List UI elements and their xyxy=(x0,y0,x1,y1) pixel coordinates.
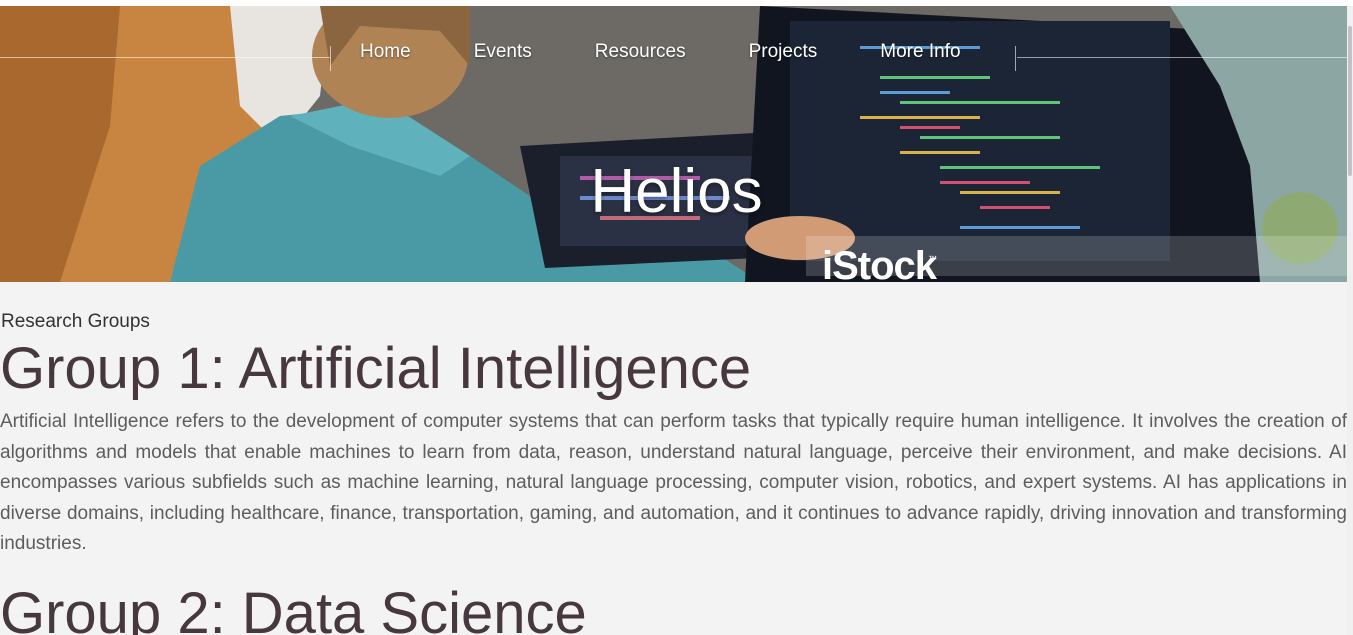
nav-tick-right xyxy=(1015,46,1016,71)
watermark-trademark: ™ xyxy=(928,254,937,264)
section-label: Research Groups xyxy=(1,311,150,332)
nav-tick-left xyxy=(330,46,331,71)
nav-projects-link[interactable]: Projects xyxy=(749,41,818,63)
nav-resources-link[interactable]: Resources xyxy=(595,41,686,63)
nav-more-info-link[interactable]: More Info xyxy=(880,41,960,63)
group-2-heading: Group 2: Data Science xyxy=(0,581,587,635)
group-1-heading: Group 1: Artificial Intelligence xyxy=(0,336,752,401)
nav-events-link[interactable]: Events xyxy=(474,41,532,63)
nav-divider-left xyxy=(0,57,330,58)
group-1-description: Artificial Intelligence refers to the de… xyxy=(0,411,1347,554)
main-nav: Home Events Resources Projects More Info xyxy=(360,41,961,63)
page: Home Events Resources Projects More Info… xyxy=(0,0,1353,635)
site-title: Helios xyxy=(590,157,763,226)
scrollbar-thumb[interactable] xyxy=(1348,26,1352,176)
istock-watermark: iStock xyxy=(822,244,937,288)
page-scrollbar[interactable] xyxy=(1347,6,1353,635)
nav-home-link[interactable]: Home xyxy=(360,41,411,63)
nav-divider-right xyxy=(1017,57,1347,58)
